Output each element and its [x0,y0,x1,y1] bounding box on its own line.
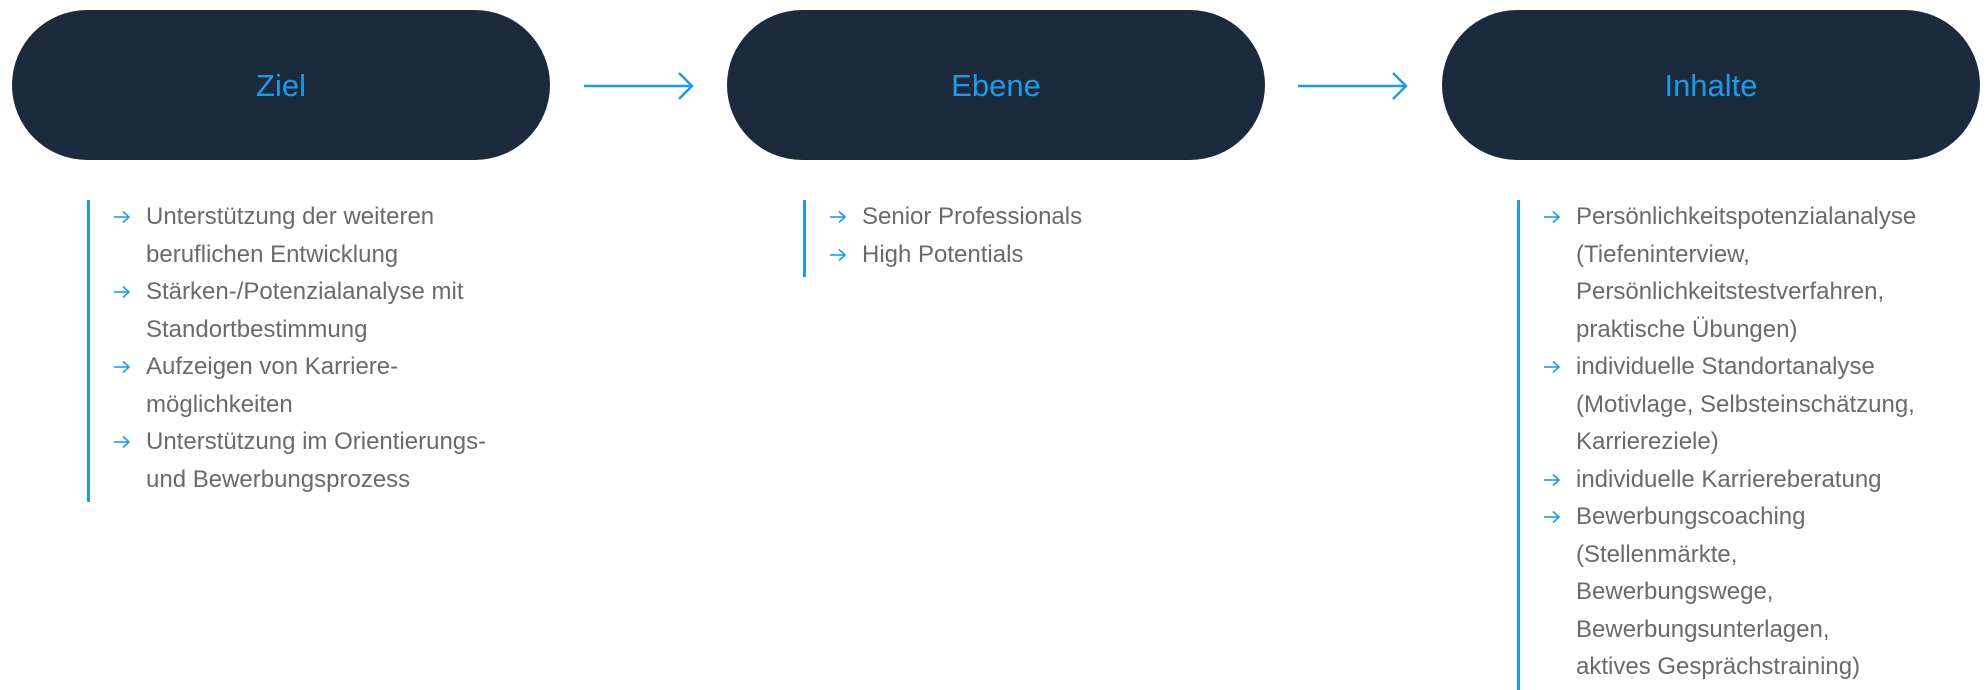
list-item-text: Unterstützung der weiteren [146,203,435,230]
list-item-text: High Potentials [862,240,1024,268]
list-item-text: praktische Übungen) [1576,315,1798,343]
arrow-right-icon [1544,510,1561,524]
arrow-right-icon [1544,360,1561,374]
arrow-right-icon [830,210,847,224]
accent-bar [803,200,806,277]
arrow-right-icon [1544,473,1561,486]
list-item: Senior Professionals [829,198,1082,236]
arrow-right-icon [1544,210,1561,224]
list-item-text: Bewerbungsunterlagen, [1576,615,1830,643]
list-item-text: Stärken-/Potenzialanalyse mit [146,278,464,305]
list-item-text: Unterstützung im Orientierungs- [146,428,487,455]
stage-content-ziel: Unterstützung der weiteren beruflichen En… [87,198,486,502]
list-item: High Potentials [829,236,1082,274]
list-item: individuelle Standortanalyse (Motivlage, … [1543,348,1916,461]
arrow-right-icon [114,210,131,224]
list-item-text: (Tiefeninterview, [1576,240,1750,268]
list-item-text: (Motivlage, Selbsteinschätzung, [1576,390,1915,418]
accent-bar [1517,200,1520,690]
list-item: Unterstützung der weiteren beruflichen En… [113,198,486,273]
list-item: Stärken-/Potenzialanalyse mit Standortbes… [113,273,486,348]
bullet-list: Senior Professionals High Potentials [803,198,1082,273]
list-item: Persönlichkeitspotenzialanalyse (Tiefenin… [1543,198,1916,348]
accent-bar [87,200,90,502]
list-item-text: Persönlichkeitstestverfahren, [1576,278,1885,305]
stage-title: Ziel [256,67,306,103]
stage-title: Inhalte [1664,67,1758,103]
arrow-right-icon [114,435,131,449]
list-item-text: möglichkeiten [146,390,293,418]
list-item-text: Aufzeigen von Karriere- [146,353,399,380]
stage-pill-ebene: Ebene [727,10,1265,160]
list-item: Unterstützung im Orientierungs-und Bewer… [113,423,486,498]
arrow-right-icon [830,248,847,261]
list-item: individuelle Karriereberatung [1543,461,1916,499]
list-item-text: Persönlichkeitspotenzialanalyse [1576,203,1917,230]
list-item-text: beruflichen Entwicklung [146,240,399,268]
stage-pill-inhalte: Inhalte [1442,10,1980,160]
connector-arrow-icon [584,72,694,100]
stage-content-inhalte: Persönlichkeitspotenzialanalyse (Tiefenin… [1517,198,1916,690]
list-item-text: individuelle Standortanalyse [1576,353,1875,380]
list-item: Bewerbungscoaching (Stellenmärkte, Bewerbu… [1543,498,1916,686]
list-item-text: aktives Gesprächstraining) [1576,653,1861,680]
list-item: Aufzeigen von Karriere-möglichkeiten [113,348,486,423]
list-item-text: individuelle Karriereberatung [1576,465,1882,493]
list-item-text: und Bewerbungsprozess [146,465,411,493]
list-item-text: Senior Professionals [862,203,1083,230]
stage-content-ebene: Senior Professionals High Potentials [803,198,1082,277]
list-item-text: Karriereziele) [1576,428,1719,455]
list-item-text: Bewerbungswege, [1576,578,1774,605]
arrow-right-icon [114,360,131,374]
list-item-text: Bewerbungscoaching [1576,503,1806,530]
stage-pill-ziel: Ziel [12,10,550,160]
arrow-right-icon [114,285,131,299]
connector-arrow-icon [1298,72,1408,100]
bullet-list: Persönlichkeitspotenzialanalyse (Tiefenin… [1517,198,1916,686]
list-item-text: Standortbestimmung [146,315,368,343]
list-item-text: (Stellenmärkte, [1576,540,1738,568]
bullet-list: Unterstützung der weiteren beruflichen En… [87,198,486,498]
stage-title: Ebene [951,67,1041,103]
